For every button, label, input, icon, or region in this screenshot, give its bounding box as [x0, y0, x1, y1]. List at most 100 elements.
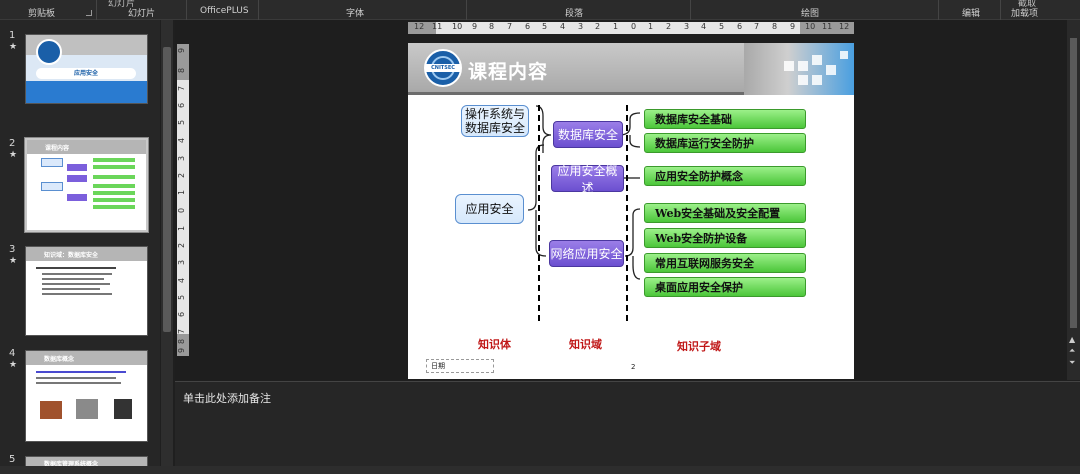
ruler-tick: 4	[177, 137, 187, 144]
ruler-tick: 2	[177, 172, 187, 179]
thumbnail-title: 数据库概念	[44, 356, 75, 363]
ribbon-group-editing[interactable]: 编辑	[962, 6, 980, 19]
divider	[938, 0, 939, 20]
slide-thumbnail-1[interactable]: 应用安全	[25, 34, 148, 104]
next-slide-icon[interactable]: ⏷	[1069, 358, 1075, 368]
vertical-ruler[interactable]: 9 8 7 6 5 4 3 2 1 0 1 2 3 4 5 6 7 8 9	[177, 44, 189, 356]
node-db-security-basics[interactable]: 数据库安全基础	[644, 109, 806, 129]
ribbon-group-drawing[interactable]: 绘图	[801, 6, 819, 19]
column-label-knowledge-subdomain: 知识子域	[677, 340, 721, 353]
ribbon-group-slides[interactable]: 幻灯片	[128, 6, 155, 19]
slide-canvas[interactable]: CNITSEC 课程内容 操作系统与数据库安全 应用安全 数据库安全 应用安全概…	[408, 43, 854, 379]
ruler-tick: 8	[489, 22, 495, 31]
ruler-tick: 1	[648, 22, 654, 31]
ruler-tick: 11	[432, 22, 443, 31]
ruler-tick: 4	[177, 277, 187, 284]
ruler-tick: 12	[414, 22, 425, 31]
logo-icon	[36, 39, 62, 65]
node-database-security[interactable]: 数据库安全	[553, 121, 623, 148]
editor-scrollbar[interactable]: ▲ ⏶ ⏷	[1067, 20, 1080, 380]
ruler-tick: 7	[754, 22, 760, 31]
ruler-tick: 6	[737, 22, 743, 31]
ruler-tick: 9	[177, 347, 187, 354]
node-application-security[interactable]: 应用安全	[455, 194, 524, 224]
ruler-tick: 8	[772, 22, 778, 31]
date-placeholder[interactable]: 日期	[426, 359, 494, 373]
scroll-up-icon[interactable]: ▲	[1069, 335, 1075, 344]
thumbnail-number: 1	[9, 30, 16, 41]
divider	[258, 0, 259, 20]
ribbon-group-officeplus[interactable]: OfficePLUS	[200, 6, 249, 16]
ruler-tick: 12	[839, 22, 850, 31]
previous-slide-icon[interactable]: ⏶	[1069, 346, 1075, 356]
divider	[96, 0, 97, 20]
horizontal-ruler[interactable]: 12 11 10 9 8 7 6 5 4 3 2 1 0 1 2 3 4 5 6…	[408, 22, 854, 34]
ribbon-group-font[interactable]: 字体	[346, 6, 364, 19]
thumbnail-title: 课程内容	[45, 145, 70, 152]
node-internet-service-security[interactable]: 常用互联网服务安全	[644, 253, 806, 273]
column-label-knowledge-body: 知识体	[478, 338, 511, 351]
node-app-protection-concept[interactable]: 应用安全防护概念	[644, 166, 806, 186]
animation-star-icon: ★	[9, 360, 18, 370]
ribbon-group-addins[interactable]: 加载项	[1011, 6, 1038, 19]
ruler-tick: 3	[578, 22, 584, 31]
thumbnail-number: 3	[9, 244, 16, 255]
ruler-tick: 10	[452, 22, 463, 31]
status-bar	[0, 466, 1080, 474]
node-web-protection-devices[interactable]: Web安全防护设备	[644, 228, 806, 248]
animation-star-icon: ★	[9, 150, 18, 160]
ruler-tick: 9	[472, 22, 478, 31]
powerpoint-window: 幻灯片 截取 剪贴板 幻灯片 OfficePLUS 字体 段落 绘图 编辑 加载…	[0, 0, 1080, 474]
ruler-tick: 7	[177, 328, 187, 335]
ruler-tick: 6	[525, 22, 531, 31]
scrollbar-thumb[interactable]	[163, 47, 171, 332]
ruler-tick: 6	[177, 311, 187, 318]
notes-placeholder[interactable]: 单击此处添加备注	[183, 390, 271, 406]
divider	[690, 0, 691, 20]
ruler-tick: 0	[177, 207, 187, 214]
slide-thumbnail-4[interactable]: 数据库概念	[25, 350, 148, 442]
node-web-security-config[interactable]: Web安全基础及安全配置	[644, 203, 806, 223]
ruler-tick: 5	[542, 22, 548, 31]
node-desktop-app-security[interactable]: 桌面应用安全保护	[644, 277, 806, 297]
ruler-tick: 10	[805, 22, 816, 31]
ribbon-group-paragraph[interactable]: 段落	[565, 6, 583, 19]
dialog-launcher-icon[interactable]	[86, 10, 92, 16]
ruler-tick: 3	[177, 259, 187, 266]
ruler-tick: 8	[177, 338, 187, 345]
scrollbar-thumb[interactable]	[1070, 38, 1077, 328]
node-network-application-security[interactable]: 网络应用安全	[549, 240, 624, 267]
ruler-tick: 3	[684, 22, 690, 31]
ruler-tick: 2	[177, 242, 187, 249]
thumbnail-number: 4	[9, 348, 16, 359]
ruler-tick: 1	[177, 225, 187, 232]
notes-pane[interactable]: 单击此处添加备注	[175, 381, 1080, 466]
ruler-tick: 2	[666, 22, 672, 31]
ruler-tick: 2	[595, 22, 601, 31]
node-application-security-overview[interactable]: 应用安全概述	[551, 164, 624, 195]
divider	[186, 0, 187, 20]
ruler-tick: 5	[177, 119, 187, 126]
ruler-tick: 7	[507, 22, 513, 31]
ribbon: 幻灯片 截取 剪贴板 幻灯片 OfficePLUS 字体 段落 绘图 编辑 加载…	[0, 0, 1080, 20]
ruler-tick: 9	[177, 47, 187, 54]
node-os-db-security[interactable]: 操作系统与数据库安全	[461, 105, 529, 137]
animation-star-icon: ★	[9, 256, 18, 266]
slide-thumbnail-3[interactable]: 知识域：数据库安全	[25, 246, 148, 336]
node-db-runtime-protection[interactable]: 数据库运行安全防护	[644, 133, 806, 153]
thumbnail-number: 5	[9, 454, 16, 465]
ribbon-group-clipboard[interactable]: 剪贴板	[28, 6, 55, 19]
divider	[466, 0, 467, 20]
thumbnail-number: 2	[9, 138, 16, 149]
thumbnail-scrollbar[interactable]	[161, 20, 173, 468]
divider	[1000, 0, 1001, 20]
ruler-tick: 4	[701, 22, 707, 31]
ruler-tick: 8	[177, 67, 187, 74]
slide-number: 2	[631, 363, 636, 371]
ruler-tick: 7	[177, 85, 187, 92]
ruler-tick: 1	[613, 22, 619, 31]
ruler-tick: 6	[177, 102, 187, 109]
ruler-tick: 5	[719, 22, 725, 31]
ruler-tick: 4	[560, 22, 566, 31]
slide-thumbnail-2[interactable]: 课程内容	[24, 137, 149, 233]
